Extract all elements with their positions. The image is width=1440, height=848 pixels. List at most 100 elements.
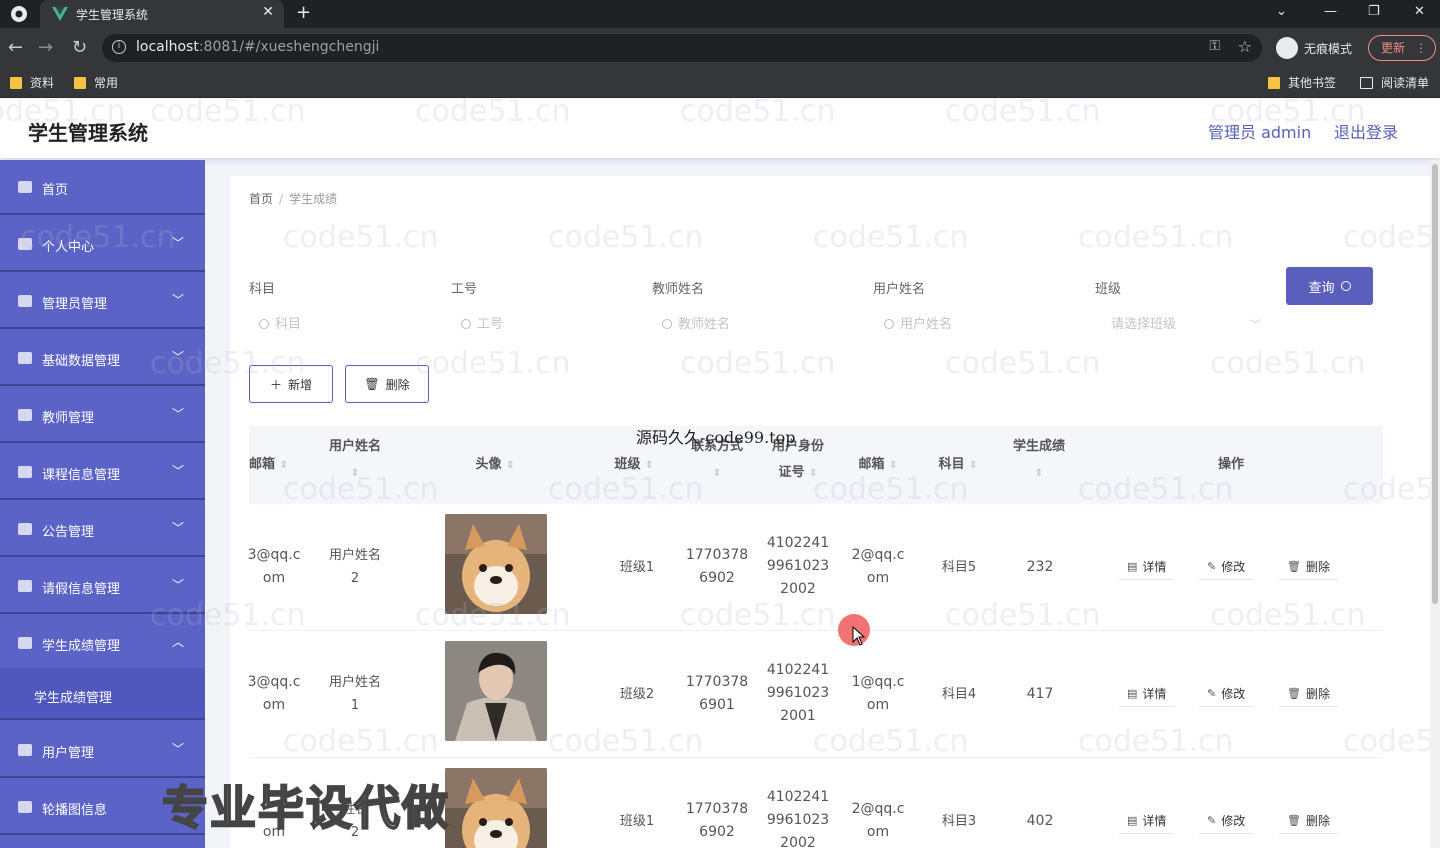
search-icon bbox=[259, 319, 269, 329]
tab-title: 学生管理系统 bbox=[76, 8, 149, 22]
th-email[interactable]: 邮箱 ⇕ bbox=[249, 452, 299, 479]
detail-label: 详情 bbox=[1142, 814, 1167, 828]
bookmark-folder-ziliao[interactable]: 资料 bbox=[10, 74, 54, 91]
folder-icon bbox=[10, 76, 22, 89]
menu-icon bbox=[18, 801, 32, 813]
breadcrumb-home[interactable]: 首页 bbox=[249, 192, 273, 206]
logout-link[interactable]: 退出登录 bbox=[1334, 119, 1398, 143]
folder-icon bbox=[74, 76, 86, 89]
class-select-field[interactable] bbox=[1111, 316, 1231, 332]
th-subject[interactable]: 科目 ⇕ bbox=[923, 452, 993, 479]
chevron-down-icon: ﹀ bbox=[172, 578, 185, 592]
cell-score: 417 bbox=[1026, 686, 1054, 702]
sidebar-item-label: 用户管理 bbox=[42, 746, 95, 761]
jobno-field[interactable] bbox=[477, 316, 597, 332]
sidebar-item-1[interactable]: 个人中心 ﹀ bbox=[0, 217, 205, 272]
batch-delete-button[interactable]: 🗑 删除 bbox=[345, 365, 429, 403]
browser-tab-bar: 学生管理系统 ✕ + ⌄ — ❐ ✕ bbox=[0, 0, 1440, 28]
watermark-center-text: 源码久久-code99.top bbox=[636, 428, 796, 447]
site-info-icon[interactable]: i bbox=[112, 40, 126, 54]
edit-button[interactable]: ✎ 修改 bbox=[1199, 554, 1254, 580]
browser-menu-icon[interactable] bbox=[10, 5, 28, 23]
menu-icon bbox=[18, 637, 32, 649]
trash-icon: 🗑 bbox=[364, 377, 380, 391]
trash-icon: 🗑 bbox=[1287, 814, 1301, 827]
incognito-indicator[interactable]: 无痕模式 bbox=[1276, 36, 1352, 60]
sidebar-item-3[interactable]: 基础数据管理 ﹀ bbox=[0, 331, 205, 386]
class-label: 班级 bbox=[1095, 282, 1122, 297]
avatar bbox=[445, 768, 547, 848]
subject-field[interactable] bbox=[275, 316, 395, 332]
sidebar-item-5[interactable]: 课程信息管理 ﹀ bbox=[0, 445, 205, 500]
sidebar-item-4[interactable]: 教师管理 ﹀ bbox=[0, 388, 205, 443]
restore-icon[interactable]: ❐ bbox=[1368, 4, 1380, 19]
sidebar-subitem-score-management[interactable]: 学生成绩管理 bbox=[0, 668, 205, 720]
delete-button[interactable]: 🗑 删除 bbox=[1279, 808, 1338, 834]
table-row: 3@qq.c om 用户姓名 2 班级1 1770378 6902 4102241 996102… bbox=[248, 504, 1383, 631]
detail-button[interactable]: ▤ 详情 bbox=[1119, 808, 1175, 834]
th-username[interactable]: 用户姓名 ⇕ bbox=[313, 434, 397, 487]
delete-button[interactable]: 🗑 删除 bbox=[1279, 681, 1338, 707]
bookmark-star-icon[interactable]: ☆ bbox=[1238, 37, 1252, 56]
chevron-down-icon: ﹀ bbox=[172, 407, 185, 421]
th-score[interactable]: 学生成绩 ⇕ bbox=[1001, 434, 1077, 487]
add-button[interactable]: ＋ 新增 bbox=[249, 365, 333, 403]
jobno-label: 工号 bbox=[451, 282, 478, 297]
sidebar-item-0[interactable]: 首页 bbox=[0, 160, 205, 215]
breadcrumb-separator: / bbox=[279, 192, 284, 206]
delete-label: 删除 bbox=[1305, 687, 1330, 701]
teacher-name-input[interactable] bbox=[662, 310, 798, 338]
update-button[interactable]: 更新 ⋮ bbox=[1368, 35, 1436, 61]
query-button[interactable]: 查询 bbox=[1286, 267, 1373, 305]
bookmark-folder-other[interactable]: 其他书签 bbox=[1268, 74, 1336, 91]
bookmarks-bar: 资料 常用 其他书签 阅读清单 bbox=[0, 68, 1440, 98]
minimize-icon[interactable]: — bbox=[1324, 4, 1337, 19]
reload-icon[interactable]: ↻ bbox=[72, 37, 87, 58]
search-icon bbox=[1340, 281, 1351, 291]
cell-subject: 科目5 bbox=[941, 560, 977, 575]
bookmark-folder-changyong[interactable]: 常用 bbox=[74, 74, 118, 91]
th-email-2[interactable]: 邮箱 ⇕ bbox=[843, 452, 913, 479]
chevron-down-icon[interactable]: ﹀ bbox=[1250, 316, 1260, 331]
cell-phone: 1770378 6902 bbox=[685, 547, 749, 586]
jobno-input[interactable] bbox=[461, 310, 597, 338]
mouse-pointer-icon bbox=[852, 626, 866, 646]
query-label: 查询 bbox=[1308, 280, 1335, 296]
teacher-name-label: 教师姓名 bbox=[652, 282, 705, 297]
detail-button[interactable]: ▤ 详情 bbox=[1119, 681, 1175, 707]
sidebar-item-2[interactable]: 管理员管理 ﹀ bbox=[0, 274, 205, 329]
sidebar-item-7[interactable]: 请假信息管理 ﹀ bbox=[0, 559, 205, 614]
back-icon[interactable]: ← bbox=[8, 37, 23, 58]
url-field[interactable]: i localhost:8081/#/xueshengchengji ⚿ ☆ bbox=[102, 34, 1262, 62]
delete-label: 删除 bbox=[385, 377, 410, 392]
th-class[interactable]: 班级 ⇕ bbox=[599, 452, 669, 479]
user-name-field[interactable] bbox=[900, 316, 1020, 332]
new-tab-icon[interactable]: + bbox=[296, 2, 311, 23]
chevron-down-icon: ﹀ bbox=[172, 742, 185, 756]
window-close-icon[interactable]: ✕ bbox=[1414, 4, 1425, 19]
tab-search-icon[interactable]: ⌄ bbox=[1276, 4, 1287, 19]
reading-list[interactable]: 阅读清单 bbox=[1360, 74, 1429, 91]
cell-email-2: 2@qq.c om bbox=[851, 547, 905, 586]
sidebar-item-8[interactable]: 学生成绩管理 ︿ bbox=[0, 616, 205, 671]
user-name-input[interactable] bbox=[884, 310, 1020, 338]
edit-button[interactable]: ✎ 修改 bbox=[1199, 808, 1254, 834]
scrollbar-thumb[interactable] bbox=[1432, 164, 1438, 604]
subject-label: 科目 bbox=[249, 282, 276, 297]
page-scrollbar[interactable] bbox=[1430, 160, 1440, 848]
key-icon[interactable]: ⚿ bbox=[1209, 38, 1220, 54]
class-select[interactable] bbox=[1111, 310, 1231, 338]
sort-icon: ⇕ bbox=[350, 468, 360, 479]
delete-label: 删除 bbox=[1305, 814, 1330, 828]
tab-close-icon[interactable]: ✕ bbox=[262, 4, 274, 20]
teacher-name-field[interactable] bbox=[678, 316, 798, 332]
detail-button[interactable]: ▤ 详情 bbox=[1119, 554, 1175, 580]
browser-tab[interactable]: 学生管理系统 ✕ bbox=[40, 0, 284, 28]
th-avatar[interactable]: 头像 ⇕ bbox=[455, 452, 535, 479]
subject-input[interactable] bbox=[259, 310, 395, 338]
sidebar-item-10[interactable]: 用户管理 ﹀ bbox=[0, 723, 205, 778]
delete-button[interactable]: 🗑 删除 bbox=[1279, 554, 1338, 580]
forward-icon[interactable]: → bbox=[38, 37, 53, 58]
edit-button[interactable]: ✎ 修改 bbox=[1199, 681, 1254, 707]
sidebar-item-6[interactable]: 公告管理 ﹀ bbox=[0, 502, 205, 557]
